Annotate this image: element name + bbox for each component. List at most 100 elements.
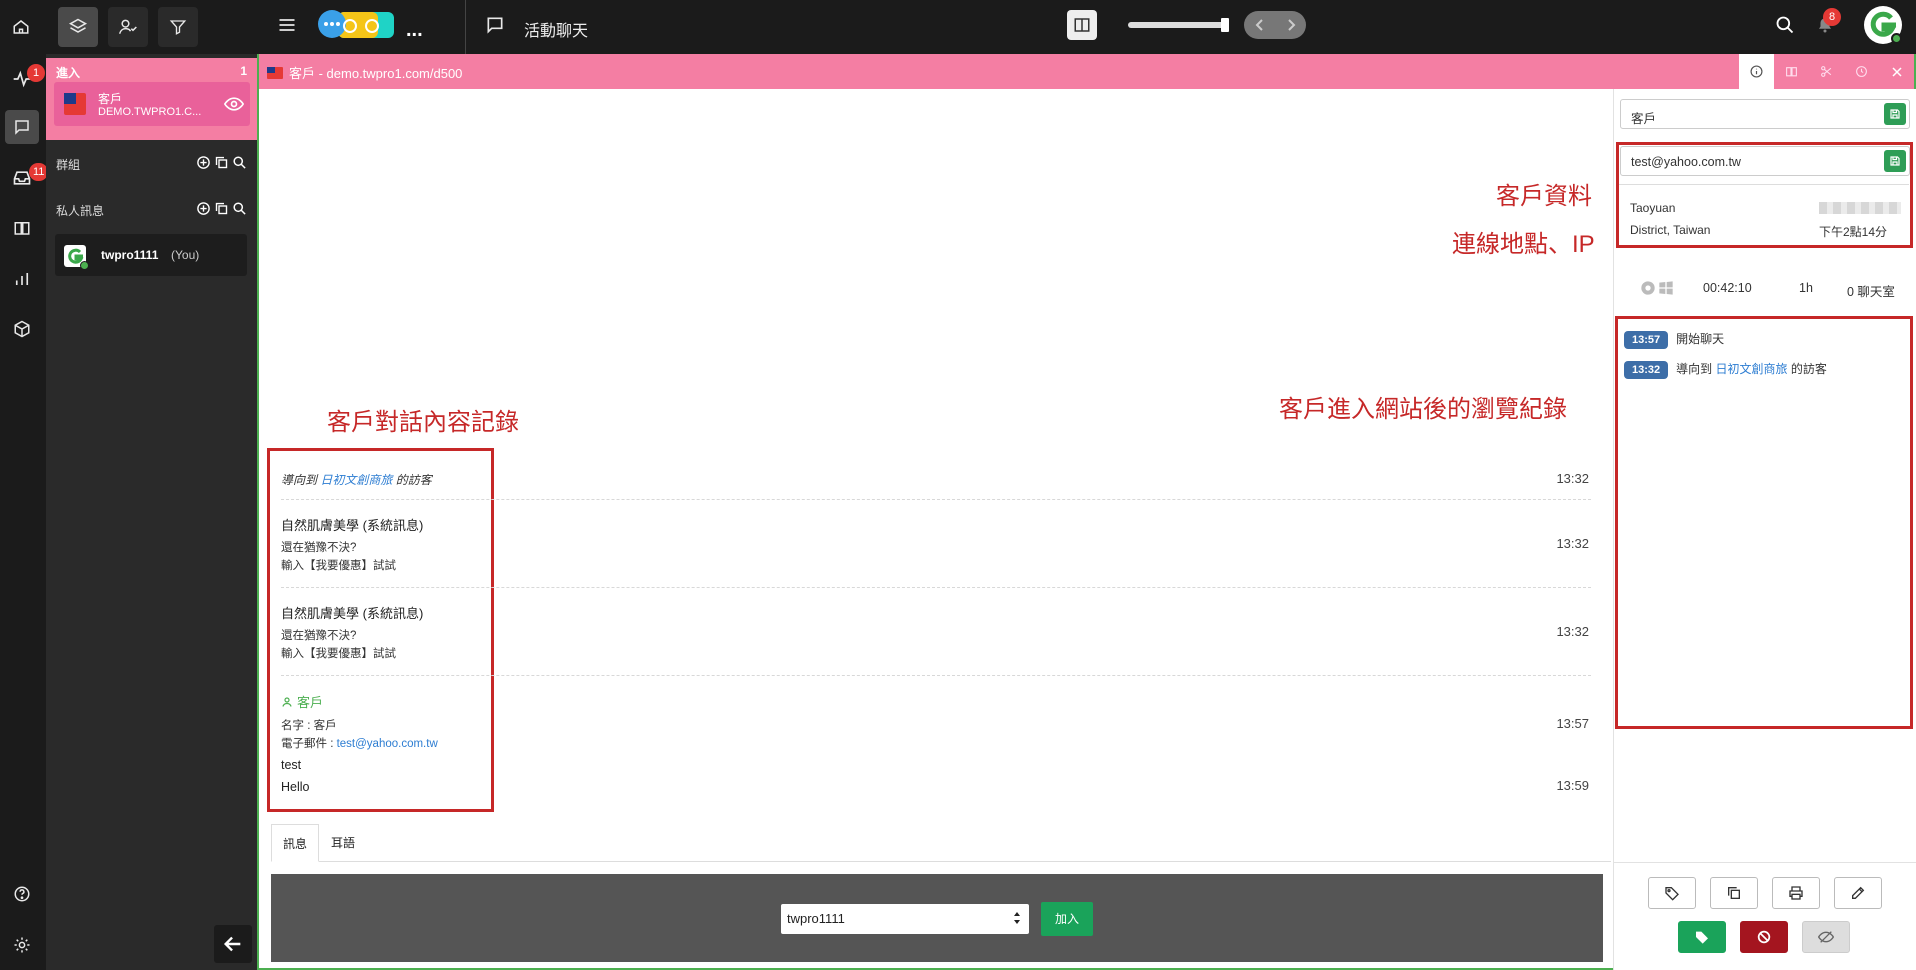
back-chevron-icon[interactable] — [1254, 18, 1266, 32]
message-time: 13:32 — [1556, 536, 1589, 551]
save-name-button[interactable] — [1884, 103, 1906, 125]
left-rail: 1 11 — [0, 54, 49, 970]
chat-tab-title[interactable]: 客戶 - demo.twpro1.com/d500 — [289, 63, 462, 82]
arrow-left-icon — [223, 936, 241, 952]
annotation-browse-history: 客戶進入網站後的瀏覽紀錄 — [1279, 396, 1567, 423]
customer-name-field: 名字 : 客戶 — [281, 720, 337, 732]
scissors-tab-button[interactable] — [1809, 54, 1844, 89]
windows-os-icon — [1658, 280, 1674, 296]
redirect-link[interactable]: 日初文創商旅 — [320, 473, 392, 487]
block-button[interactable] — [1740, 921, 1788, 953]
system-message-line: 還在猶豫不決? — [281, 542, 357, 554]
history-tab-button[interactable] — [1844, 54, 1879, 89]
search-icon[interactable] — [1772, 12, 1798, 38]
visitor-site: DEMO.TWPRO1.C... — [98, 106, 202, 118]
save-icon — [1890, 156, 1900, 166]
chart-icon[interactable] — [9, 266, 35, 292]
add-circle-icon[interactable] — [196, 201, 211, 216]
chat-rooms-count: 0 聊天室 — [1847, 285, 1895, 299]
redirect-suffix: 的訪客 — [395, 473, 432, 487]
user-avatar[interactable] — [1864, 6, 1902, 44]
filter-icon — [169, 20, 187, 35]
timeline-link[interactable]: 日初文創商旅 — [1716, 362, 1788, 376]
save-email-button[interactable] — [1884, 150, 1906, 172]
incoming-visitor-card[interactable]: 客戶 DEMO.TWPRO1.C... — [54, 82, 250, 126]
system-message-title: 自然肌膚美學 (系統訊息) — [281, 518, 424, 533]
eye-icon[interactable] — [224, 96, 244, 112]
search-icon[interactable] — [232, 155, 247, 170]
user-name: twpro1111 — [101, 248, 159, 262]
user-check-button[interactable] — [108, 7, 148, 47]
taiwan-flag-icon — [267, 66, 283, 79]
help-icon[interactable] — [9, 881, 35, 907]
incoming-section: 進入 1 客戶 DEMO.TWPRO1.C... — [46, 58, 257, 140]
label-green-button[interactable] — [1678, 921, 1726, 953]
visit-since: 1h — [1799, 281, 1813, 295]
app-logo[interactable] — [316, 6, 396, 42]
tab-action-bar — [1739, 54, 1914, 89]
browser-icon — [1640, 280, 1656, 296]
zoom-slider-handle[interactable] — [1221, 18, 1229, 32]
print-button[interactable] — [1772, 877, 1820, 909]
copy-icon — [1728, 887, 1740, 899]
private-user-item[interactable]: twpro1111 (You) — [55, 234, 247, 276]
add-circle-icon[interactable] — [196, 155, 211, 170]
eye-off-icon — [1818, 931, 1834, 943]
split-view-icon — [1074, 18, 1090, 32]
annotation-chat-record: 客戶對話內容記錄 — [327, 409, 519, 436]
package-icon[interactable] — [9, 316, 35, 342]
customer-message-line: test — [281, 758, 302, 772]
system-message-line: 輸入【我要優惠】試試 — [281, 648, 396, 660]
forward-chevron-icon[interactable] — [1285, 18, 1297, 32]
online-status-dot — [1891, 33, 1902, 44]
message-redirect: 導向到 日初文創商旅 的訪客 13:32 — [281, 462, 1591, 500]
tag-button[interactable] — [1648, 877, 1696, 909]
taiwan-flag-icon — [64, 93, 86, 115]
layers-icon — [68, 18, 88, 33]
app-menu-dots[interactable]: ... — [406, 20, 423, 40]
location-district: District, Taiwan — [1630, 223, 1711, 237]
clock-icon — [1856, 66, 1867, 77]
customer-email-input[interactable]: test@yahoo.com.tw — [1620, 146, 1910, 176]
copy-icon[interactable] — [214, 155, 229, 170]
copy-transcript-button[interactable] — [1710, 877, 1758, 909]
book-icon[interactable] — [9, 215, 35, 241]
edit-button[interactable] — [1834, 877, 1882, 909]
local-time: 下午2點14分 — [1819, 225, 1888, 239]
customer-name-input[interactable]: 客戶 — [1620, 99, 1910, 129]
join-button[interactable]: 加入 — [1041, 902, 1093, 936]
hamburger-menu-icon[interactable] — [274, 12, 300, 38]
copy-icon[interactable] — [214, 201, 229, 216]
close-tab-button[interactable] — [1879, 54, 1914, 89]
groups-label: 群組 — [56, 158, 81, 172]
close-icon — [1891, 66, 1902, 77]
book-tab-button[interactable] — [1774, 54, 1809, 89]
system-message-line: 輸入【我要優惠】試試 — [281, 560, 396, 572]
settings-gear-icon[interactable] — [9, 932, 35, 958]
hide-button[interactable] — [1802, 921, 1850, 953]
tab-whisper[interactable]: 耳語 — [331, 824, 355, 862]
message-time: 13:57 — [1556, 716, 1589, 731]
location-divider — [1619, 184, 1909, 185]
timeline-item: 13:32 導向到 日初文創商旅 的訪客 — [1624, 360, 1827, 379]
operator-select[interactable]: twpro1111 — [781, 904, 1029, 934]
collapse-panel-button[interactable] — [214, 925, 252, 963]
save-icon — [1890, 109, 1900, 119]
info-icon — [1750, 65, 1763, 78]
split-view-button[interactable] — [1067, 10, 1097, 40]
tab-message[interactable]: 訊息 — [271, 824, 319, 862]
private-actions — [196, 201, 247, 216]
filter-button[interactable] — [158, 7, 198, 47]
search-icon[interactable] — [232, 201, 247, 216]
chat-rail-button[interactable] — [5, 110, 39, 144]
layers-button[interactable] — [58, 7, 98, 47]
zoom-slider[interactable] — [1128, 18, 1229, 32]
info-tab-button[interactable] — [1739, 54, 1774, 89]
user-check-icon — [118, 19, 137, 34]
home-icon[interactable] — [8, 14, 34, 40]
customer-email-link[interactable]: test@yahoo.com.tw — [337, 738, 438, 750]
message-time: 13:32 — [1556, 624, 1589, 639]
customer-sender: 客戶 — [281, 692, 323, 711]
info-actions-divider — [1614, 862, 1916, 863]
customer-email-field: 電子郵件 : test@yahoo.com.tw — [281, 735, 438, 751]
